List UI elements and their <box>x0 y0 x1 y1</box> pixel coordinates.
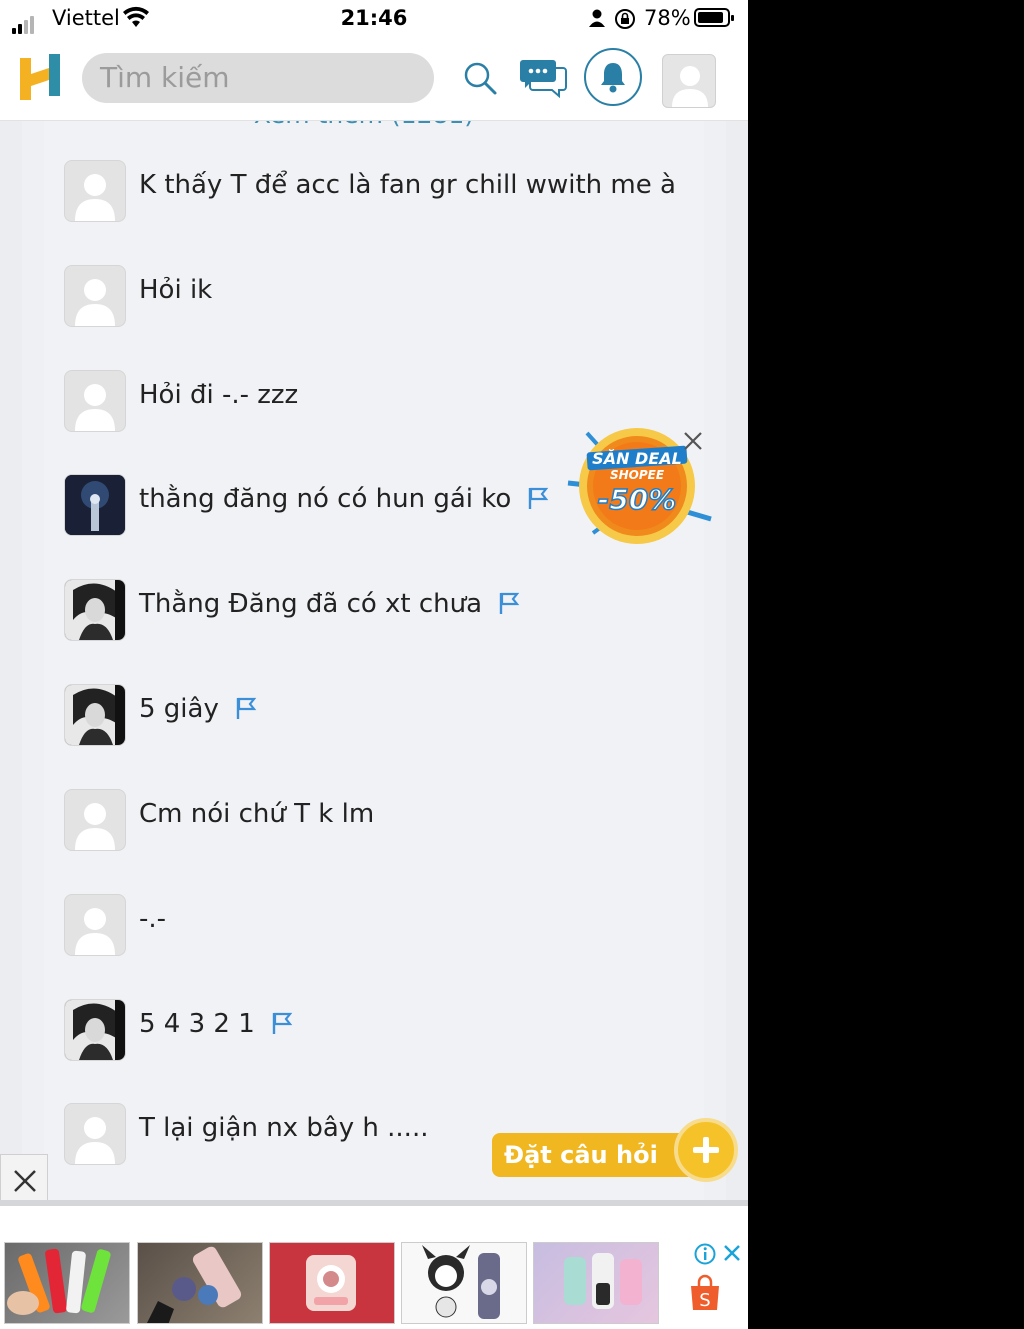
close-icon[interactable] <box>680 428 706 454</box>
promo-line1: SĂN DEAL <box>592 449 682 468</box>
comment-text-content: 5 4 3 2 1 <box>139 1009 255 1039</box>
comment-text-content: 5 giây <box>139 694 219 724</box>
comment-text: K thấy T để acc là fan gr chill wwith me… <box>139 170 676 200</box>
comment-avatar[interactable] <box>64 474 126 536</box>
comment-text: -.- <box>139 904 166 934</box>
comment-text-content: Cm nói chứ T k lm <box>139 799 375 829</box>
app-header: Tìm kiếm <box>0 38 748 121</box>
comment-text: T lại giận nx bây h ..... <box>139 1113 428 1143</box>
comment-text: thằng đăng nó có hun gái ko <box>139 484 549 514</box>
comment-avatar[interactable] <box>64 579 126 641</box>
comment-item: Thằng Đăng đã có xt chưa <box>64 579 684 643</box>
ad-product-thumb[interactable] <box>137 1242 263 1324</box>
rotation-lock-icon <box>615 9 635 29</box>
chat-icon[interactable] <box>519 58 567 98</box>
comment-avatar[interactable] <box>64 1103 126 1165</box>
report-flag-icon[interactable] <box>527 486 549 510</box>
promo-line2: SHOPEE <box>610 468 665 482</box>
report-flag-icon[interactable] <box>235 696 257 720</box>
comment-text-content: Hỏi đi -.- zzz <box>139 380 299 410</box>
avatar-icon <box>672 66 708 107</box>
comment-text: Cm nói chứ T k lm <box>139 799 374 829</box>
comment-text: 5 giây <box>139 694 257 724</box>
comment-avatar[interactable] <box>64 999 126 1061</box>
search-icon[interactable] <box>462 60 498 96</box>
report-flag-icon[interactable] <box>498 591 520 615</box>
user-avatar-button[interactable] <box>662 54 716 108</box>
comment-text-content: -.- <box>139 904 167 934</box>
ad-banner[interactable] <box>0 1206 748 1329</box>
svg-text:S: S <box>699 1290 710 1311</box>
ad-close-icon[interactable] <box>722 1243 742 1263</box>
ad-product-thumb[interactable] <box>4 1242 130 1324</box>
shopee-logo-icon[interactable]: S <box>688 1274 722 1312</box>
comment-avatar[interactable] <box>64 370 126 432</box>
comment-text: 5 4 3 2 1 <box>139 1009 293 1039</box>
battery-percent: 78% <box>644 6 691 30</box>
ad-product-thumb[interactable] <box>401 1242 527 1324</box>
comment-text-content: Hỏi ik <box>139 275 213 305</box>
comment-text-content: thằng đăng nó có hun gái ko <box>139 484 512 514</box>
comment-text: Thằng Đăng đã có xt chưa <box>139 589 520 619</box>
comment-item: 5 4 3 2 1 <box>64 999 684 1063</box>
report-flag-icon[interactable] <box>271 1011 293 1035</box>
ad-product-thumb[interactable] <box>269 1242 395 1324</box>
comment-item: Hỏi ik <box>64 265 684 329</box>
person-icon <box>589 9 605 27</box>
search-input[interactable]: Tìm kiếm <box>82 53 434 103</box>
hoc24-logo[interactable] <box>18 54 64 102</box>
comment-text: Hỏi đi -.- zzz <box>139 380 298 410</box>
comment-text: Hỏi ik <box>139 275 212 305</box>
comment-item: K thấy T để acc là fan gr chill wwith me… <box>64 160 684 224</box>
comment-item: Cm nói chứ T k lm <box>64 789 684 853</box>
plus-icon <box>693 1137 719 1163</box>
comment-text-content: Thằng Đăng đã có xt chưa <box>139 589 483 619</box>
notification-button[interactable] <box>584 48 642 106</box>
ad-info-icon[interactable] <box>694 1243 716 1265</box>
bell-icon <box>601 63 625 93</box>
comment-avatar[interactable] <box>64 684 126 746</box>
ad-product-thumb[interactable] <box>533 1242 659 1324</box>
comment-text-content: T lại giận nx bây h ..... <box>139 1113 429 1143</box>
ask-question-plus-button[interactable] <box>674 1118 738 1182</box>
battery-icon <box>694 8 734 27</box>
ad-close-button[interactable] <box>0 1154 48 1206</box>
comment-avatar[interactable] <box>64 789 126 851</box>
comment-item: -.- <box>64 894 684 958</box>
status-bar: Viettel 21:46 78% <box>0 0 748 38</box>
comment-text-content: K thấy T để acc là fan gr chill wwith me… <box>139 170 676 200</box>
comment-avatar[interactable] <box>64 265 126 327</box>
comment-item: 5 giây <box>64 684 684 748</box>
comment-avatar[interactable] <box>64 160 126 222</box>
app-screen: Viettel 21:46 78% Tìm kiếm K thấy T để a… <box>0 0 748 1329</box>
comment-avatar[interactable] <box>64 894 126 956</box>
promo-line3: -50% <box>598 483 677 516</box>
